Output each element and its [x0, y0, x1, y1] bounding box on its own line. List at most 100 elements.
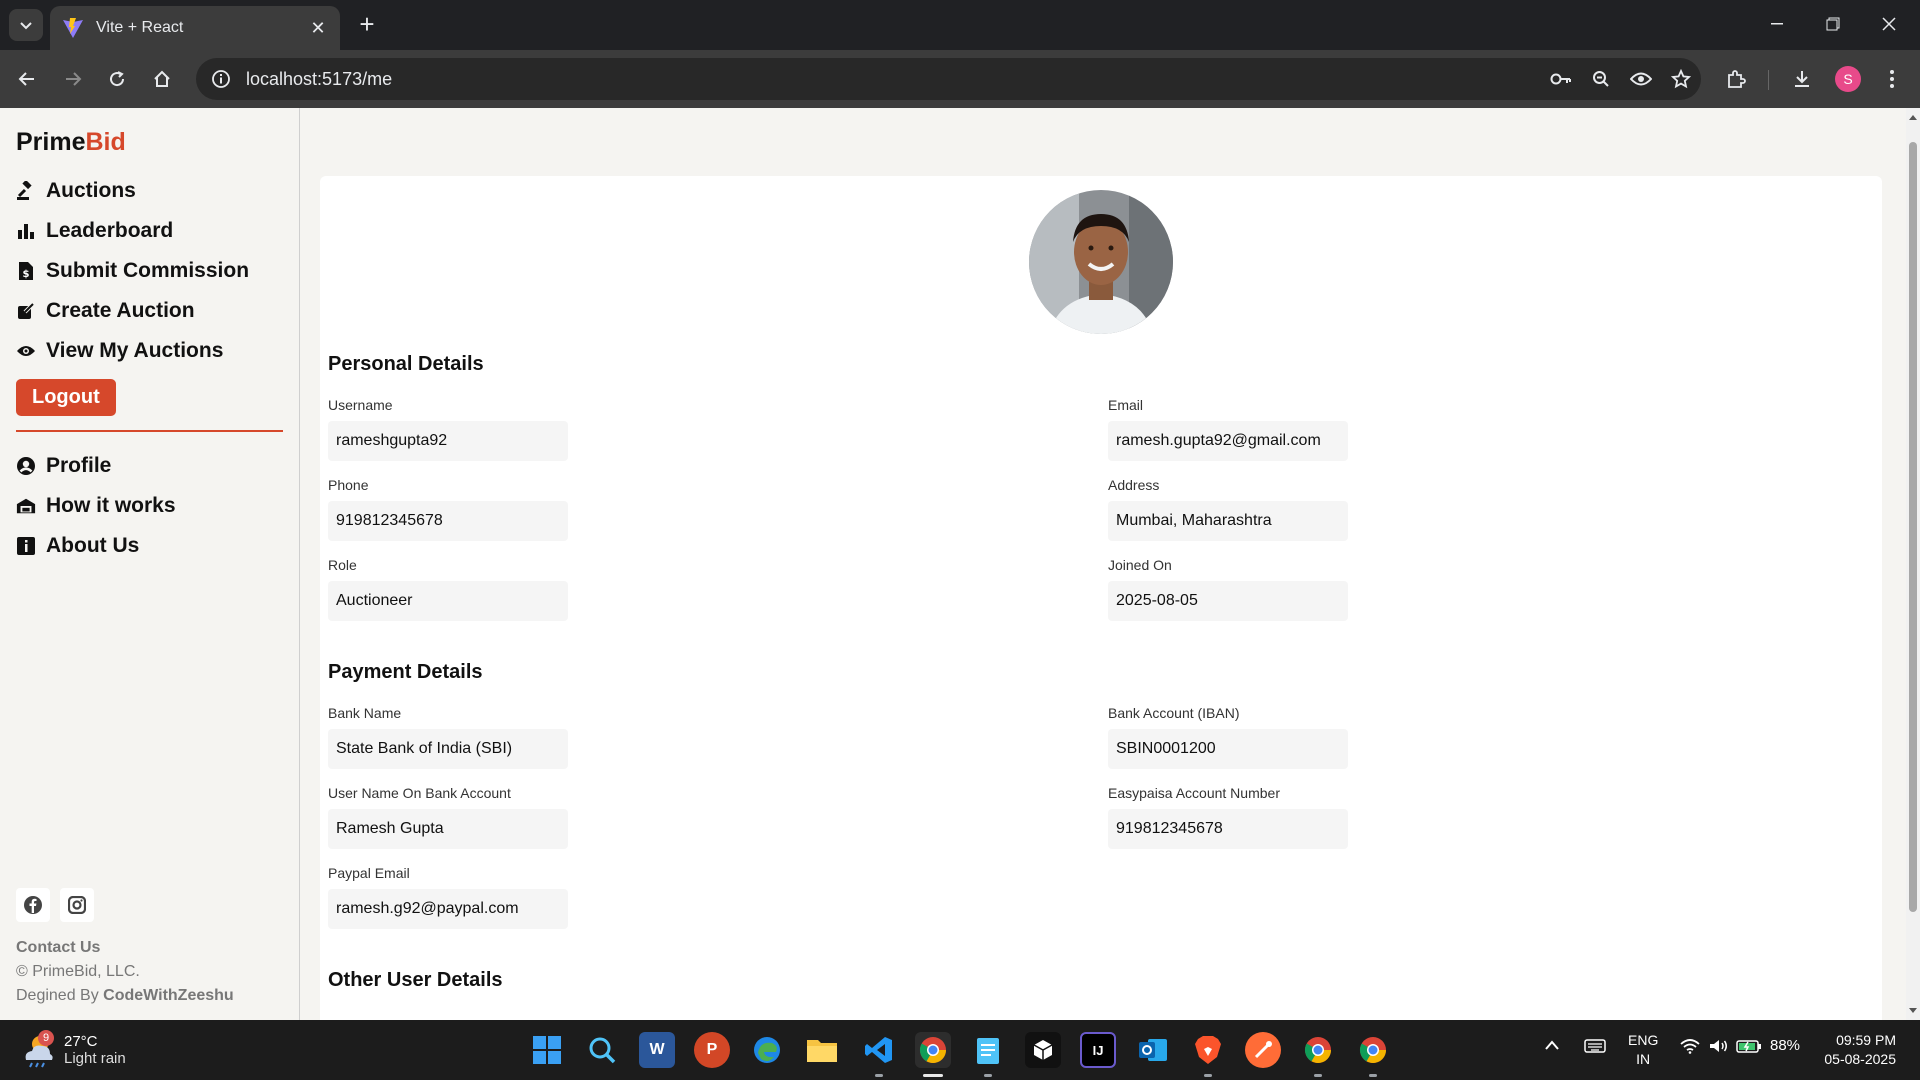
minimize-icon	[1771, 23, 1783, 25]
notepad-running-indicator	[984, 1074, 992, 1077]
toolbar-separator	[1768, 70, 1769, 90]
site-info-icon[interactable]	[210, 68, 232, 90]
sidebar-item-profile[interactable]: Profile	[16, 446, 283, 486]
new-tab-button[interactable]: +	[352, 9, 382, 39]
downloads-button[interactable]	[1784, 62, 1820, 96]
extensions-button[interactable]	[1718, 62, 1754, 96]
sidebar-item-about-us[interactable]: About Us	[16, 526, 283, 566]
sidebar-item-auctions[interactable]: Auctions	[16, 171, 283, 211]
address-input[interactable]: Mumbai, Maharashtra	[1108, 501, 1348, 541]
edge-app[interactable]	[749, 1032, 785, 1068]
field-label: Address	[1108, 477, 1160, 493]
sidebar-item-how-it-works[interactable]: How it works	[16, 486, 283, 526]
scroll-down-icon[interactable]	[1906, 1004, 1920, 1018]
role-input[interactable]: Auctioneer	[328, 581, 568, 621]
contact-us-link[interactable]: Contact Us	[16, 936, 234, 960]
address-bar[interactable]: localhost:5173/me	[196, 58, 1701, 100]
scrollbar-thumb[interactable]	[1909, 142, 1917, 912]
paypal-email-field: Paypal Email ramesh.g92@paypal.com	[328, 865, 628, 929]
clock-date: 05-08-2025	[1824, 1051, 1896, 1067]
language-indicator[interactable]: ENG IN	[1628, 1031, 1658, 1069]
clock[interactable]: 09:59 PM 05-08-2025	[1816, 1031, 1896, 1069]
scroll-up-icon[interactable]	[1906, 110, 1920, 124]
logout-button[interactable]: Logout	[16, 379, 116, 416]
page-scrollbar[interactable]	[1906, 108, 1920, 1020]
instagram-link[interactable]	[60, 888, 94, 922]
brave-running-indicator	[1204, 1074, 1212, 1077]
field-label: Role	[328, 557, 357, 573]
facebook-link[interactable]	[16, 888, 50, 922]
joined-on-input[interactable]: 2025-08-05	[1108, 581, 1348, 621]
powerpoint-app[interactable]: P	[694, 1032, 730, 1068]
edge-icon	[754, 1037, 780, 1063]
sidebar-item-view-my-auctions[interactable]: View My Auctions	[16, 331, 283, 371]
system-status-group[interactable]: 88%	[1680, 1037, 1800, 1054]
sidebar: PrimeBid Auctions Leaderboard $ Submit C…	[0, 108, 300, 1020]
tray-overflow-button[interactable]	[1544, 1038, 1560, 1055]
phone-input[interactable]: 919812345678	[328, 501, 568, 541]
username-input[interactable]: rameshgupta92	[328, 421, 568, 461]
sidebar-item-create-auction[interactable]: Create Auction	[16, 291, 283, 331]
field-label: Phone	[328, 477, 369, 493]
brand-logo[interactable]: PrimeBid	[16, 128, 283, 157]
chevron-down-icon	[20, 22, 32, 30]
phone-field: Phone 919812345678	[328, 477, 628, 541]
password-key-button[interactable]	[1541, 62, 1581, 96]
sidebar-footer: Contact Us © PrimeBid, LLC. Degined By C…	[16, 936, 234, 1008]
designer-name[interactable]: CodeWithZeeshu	[103, 987, 234, 1004]
postman-app[interactable]	[1245, 1032, 1281, 1068]
sidebar-item-submit-commission[interactable]: $ Submit Commission	[16, 251, 283, 291]
field-label: User Name On Bank Account	[328, 785, 511, 801]
other-details-title: Other User Details	[328, 969, 503, 991]
restore-button[interactable]	[1810, 8, 1856, 40]
bookmark-button[interactable]	[1661, 62, 1701, 96]
sidebar-item-leaderboard[interactable]: Leaderboard	[16, 211, 283, 251]
chrome-profile2-app[interactable]	[1300, 1032, 1336, 1068]
reading-mode-button[interactable]	[1621, 62, 1661, 96]
intellij-app[interactable]: IJ	[1080, 1032, 1116, 1068]
word-app[interactable]: W	[639, 1032, 675, 1068]
easypaisa-input[interactable]: 919812345678	[1108, 809, 1348, 849]
back-button[interactable]	[10, 62, 44, 96]
outlook-app[interactable]	[1135, 1032, 1171, 1068]
field-label: Username	[328, 397, 393, 413]
url-text[interactable]: localhost:5173/me	[246, 69, 1541, 90]
chrome-app-active[interactable]	[915, 1032, 951, 1068]
bank-name-field: Bank Name State Bank of India (SBI)	[328, 705, 628, 769]
tab-close-icon[interactable]: ✕	[308, 18, 328, 39]
start-button[interactable]	[529, 1032, 565, 1068]
arrow-left-icon	[18, 72, 34, 86]
svg-text:$: $	[23, 269, 30, 280]
notepad-app[interactable]	[970, 1032, 1006, 1068]
close-window-button[interactable]	[1866, 8, 1912, 40]
bank-account-name-input[interactable]: Ramesh Gupta	[328, 809, 568, 849]
touch-keyboard-button[interactable]	[1584, 1038, 1606, 1058]
tab-search-button[interactable]	[9, 9, 43, 41]
weather-widget[interactable]: 9 27°C Light rain	[20, 1030, 126, 1068]
forward-button[interactable]	[56, 62, 90, 96]
minimize-button[interactable]	[1754, 8, 1800, 40]
bank-name-input[interactable]: State Bank of India (SBI)	[328, 729, 568, 769]
social-links	[16, 888, 94, 922]
chrome-profile3-indicator	[1369, 1074, 1377, 1077]
browser-tab[interactable]: Vite + React ✕	[50, 6, 340, 50]
vscode-app[interactable]	[861, 1032, 897, 1068]
paypal-email-input[interactable]: ramesh.g92@paypal.com	[328, 889, 568, 929]
file-explorer-app[interactable]	[804, 1032, 840, 1068]
taskbar-search[interactable]	[584, 1032, 620, 1068]
chevron-up-icon	[1545, 1040, 1559, 1050]
package-app[interactable]	[1025, 1032, 1061, 1068]
profile-button[interactable]: S	[1830, 62, 1866, 96]
chrome-profile3-app[interactable]	[1355, 1032, 1391, 1068]
keyboard-icon	[1584, 1039, 1606, 1053]
email-input[interactable]: ramesh.gupta92@gmail.com	[1108, 421, 1348, 461]
zoom-button[interactable]	[1581, 62, 1621, 96]
sidebar-item-label: About Us	[46, 534, 140, 557]
chrome-menu-button[interactable]	[1874, 62, 1910, 96]
brave-app[interactable]	[1190, 1032, 1226, 1068]
bank-account-input[interactable]: SBIN0001200	[1108, 729, 1348, 769]
field-label: Bank Name	[328, 705, 402, 721]
home-button[interactable]	[145, 62, 179, 96]
chrome-profile2-indicator	[1314, 1074, 1322, 1077]
reload-button[interactable]	[100, 62, 134, 96]
